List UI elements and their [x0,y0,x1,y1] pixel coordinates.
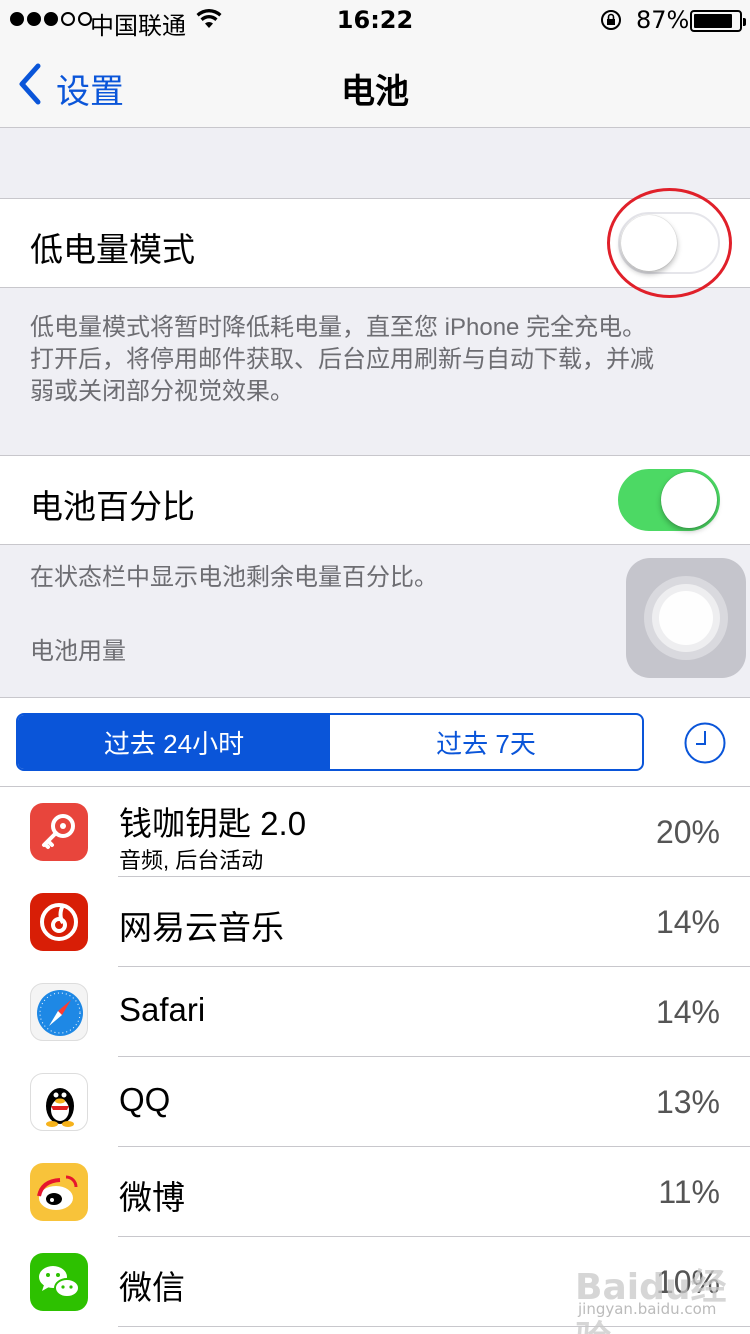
app-name: Safari [119,991,206,1028]
description-line: 低电量模式将暂时降低耗电量，直至您 iPhone 完全充电。 [30,314,647,341]
description-line: 打开后，将停用邮件获取、后台应用刷新与自动下载，并减 [30,346,654,373]
watermark-url: jingyan.baidu.com [578,1300,717,1318]
app-usage-row[interactable]: 微博 11% [0,1147,750,1237]
description-line: 弱或关闭部分视觉效果。 [30,378,294,405]
clock-icon[interactable] [683,721,727,765]
app-name: 网易云音乐 [119,909,284,946]
app-name: QQ [119,1081,171,1118]
battery-percent: 87% [636,6,690,34]
app-name: 微博 [119,1179,185,1216]
page-title: 电池 [341,73,409,111]
status-bar: 中国联通 16:22 87% [0,0,750,40]
app-percent: 13% [655,1084,720,1120]
app-usage-row[interactable]: Safari 14% [0,967,750,1057]
weibo-icon [30,1163,88,1221]
rotation-lock-icon [601,10,621,30]
assistive-touch-button[interactable] [626,558,746,678]
battery-usage-header: 电池用量 [30,638,126,665]
battery-percentage-description: 在状态栏中显示电池剩余电量百分比。 [30,564,438,591]
app-percent: 14% [655,994,720,1030]
qq-icon [30,1073,88,1131]
app-percent: 14% [655,904,720,940]
netease-music-icon [30,893,88,951]
low-power-mode-description: 低电量模式将暂时降低耗电量，直至您 iPhone 完全充电。 打开后，将停用邮件… [30,312,720,408]
segment-last-24-hours[interactable]: 过去 24小时 [18,715,330,769]
app-name: 钱咖钥匙 2.0 [119,805,307,842]
battery-percentage-label: 电池百分比 [30,488,195,525]
key-app-icon [30,803,88,861]
app-usage-row[interactable]: 网易云音乐 14% [0,877,750,967]
battery-usage-section: 过去 24小时 过去 7天 钱咖钥匙 2.0 音频, 后台活动 20% 网易云音… [0,697,750,1334]
app-usage-row[interactable]: 钱咖钥匙 2.0 音频, 后台活动 20% [0,787,750,877]
segment-last-7-days[interactable]: 过去 7天 [330,715,642,769]
safari-icon [30,983,88,1041]
battery-percentage-row: 电池百分比 [0,455,750,545]
app-name: 微信 [119,1269,185,1306]
watermark: Baidu经验 [575,1267,727,1334]
low-power-mode-label: 低电量模式 [30,231,195,268]
time-range-segmented-control: 过去 24小时 过去 7天 [16,713,644,771]
annotation-circle [607,188,732,298]
wechat-icon [30,1253,88,1311]
app-percent: 11% [658,1174,720,1210]
app-percent: 20% [655,814,720,850]
app-usage-row[interactable]: QQ 13% [0,1057,750,1147]
battery-icon [690,10,746,32]
toggle-knob [661,472,717,528]
app-detail: 音频, 后台活动 [119,848,264,873]
battery-percentage-toggle[interactable] [618,469,720,531]
navigation-bar: 设置 电池 [0,40,750,128]
